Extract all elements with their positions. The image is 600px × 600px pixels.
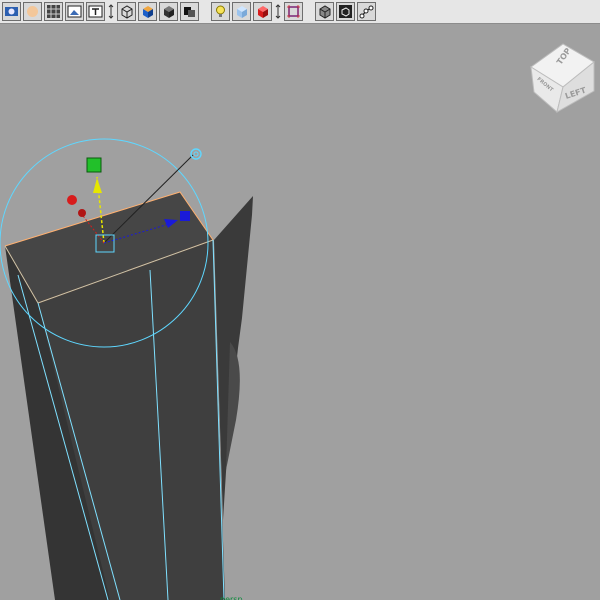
sphere-icon: [27, 6, 38, 17]
toolbar-separator: [201, 2, 209, 21]
joint-icon: [359, 5, 374, 19]
frame-icon: [339, 5, 352, 18]
frame-cube-button[interactable]: [336, 2, 355, 21]
shadow-button[interactable]: [180, 2, 199, 21]
joint-button[interactable]: [357, 2, 376, 21]
selected-mesh[interactable]: [4, 191, 225, 600]
viewport-toolbar: [0, 0, 600, 24]
render-icon: [5, 7, 18, 16]
y-axis-arrow[interactable]: [93, 178, 102, 193]
backface-button[interactable]: [315, 2, 334, 21]
perspective-viewport[interactable]: TOP LEFT FRONT persp: [0, 24, 600, 600]
red-cube-icon: [258, 6, 268, 18]
toolbar-separator: [107, 2, 115, 21]
camera-label: persp: [220, 595, 243, 600]
flat-shade-button[interactable]: [159, 2, 178, 21]
render-view-button[interactable]: [2, 2, 21, 21]
view-cube[interactable]: TOP LEFT FRONT: [530, 43, 595, 114]
toolbar-separator: [305, 2, 313, 21]
shaded-sphere-button[interactable]: [23, 2, 42, 21]
gizmo-handle-ring[interactable]: [190, 148, 202, 160]
image-plane-button[interactable]: [65, 2, 84, 21]
flat-cube-icon: [164, 6, 174, 18]
grid-icon: [47, 5, 60, 18]
lights-button[interactable]: [211, 2, 230, 21]
scene-canvas: TOP LEFT FRONT persp: [0, 43, 595, 600]
isolate-icon: [287, 5, 300, 18]
text-label-button[interactable]: [86, 2, 105, 21]
xray-icon: [237, 6, 247, 18]
z-axis-handle[interactable]: [180, 211, 190, 221]
x-axis-handle[interactable]: [67, 195, 77, 205]
text-icon: [88, 5, 103, 18]
isolate-select-button[interactable]: [284, 2, 303, 21]
image-icon: [67, 5, 82, 18]
smooth-shade-button[interactable]: [138, 2, 157, 21]
wire-cube-icon: [121, 5, 133, 19]
shaded-cube-icon: [143, 6, 153, 18]
toolbar-separator: [274, 2, 282, 21]
y-axis-handle[interactable]: [86, 157, 102, 173]
grid-button[interactable]: [44, 2, 63, 21]
backface-icon: [319, 5, 331, 19]
light-icon: [216, 5, 225, 17]
xray-button[interactable]: [232, 2, 251, 21]
wireframe-cube-button[interactable]: [117, 2, 136, 21]
red-material-button[interactable]: [253, 2, 272, 21]
shadow-icon: [184, 7, 195, 17]
